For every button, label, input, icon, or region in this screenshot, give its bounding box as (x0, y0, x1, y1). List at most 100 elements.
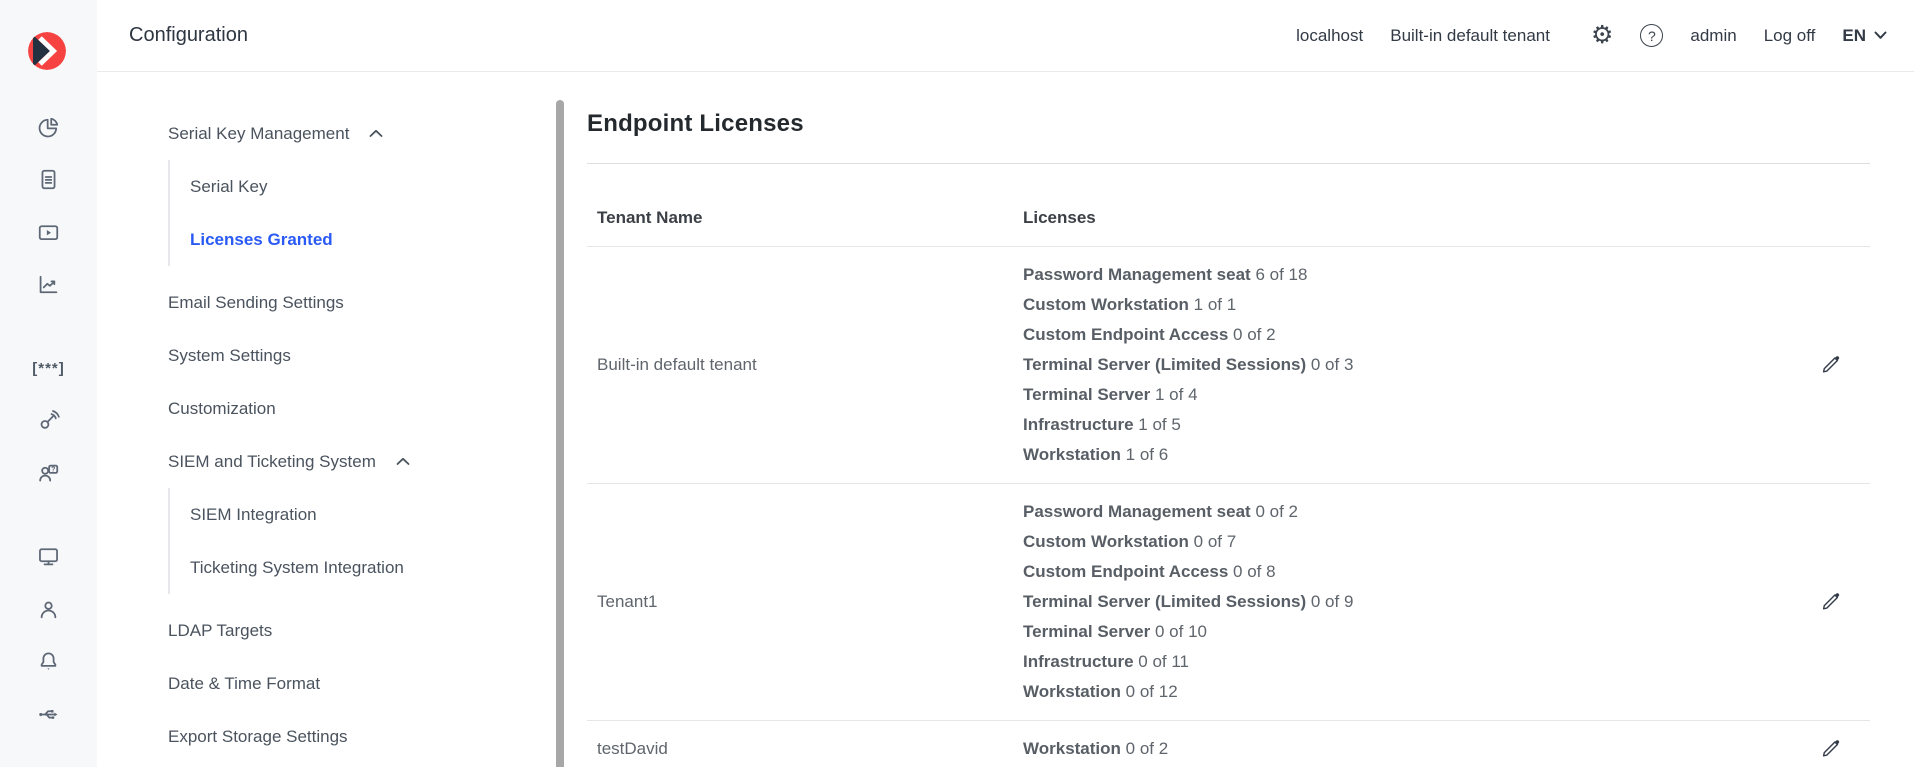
license-count: 0 of 10 (1155, 622, 1207, 641)
license-entry: Custom Endpoint Access 0 of 8 (1023, 557, 1790, 587)
pie-chart-icon[interactable] (36, 101, 61, 154)
sidebar-item-ticketing-system-integration[interactable]: Ticketing System Integration (190, 541, 557, 594)
license-name: Terminal Server (1023, 622, 1150, 641)
help-icon[interactable]: ? (1640, 24, 1663, 47)
column-header-licenses: Licenses (1013, 208, 1790, 228)
license-entry: Infrastructure 0 of 11 (1023, 647, 1790, 677)
sidebar-subgroup-serial-key-management: Serial Key Licenses Granted (168, 160, 557, 266)
sidebar-item-serial-key-management[interactable]: Serial Key Management (168, 107, 557, 160)
license-name: Workstation (1023, 682, 1121, 701)
password-icon[interactable]: [***] (32, 342, 65, 395)
chevron-down-icon (1874, 31, 1887, 40)
sidebar-item-email-sending-settings[interactable]: Email Sending Settings (168, 276, 557, 329)
sidebar-item-licenses-granted[interactable]: Licenses Granted (190, 213, 557, 266)
usb-icon[interactable] (36, 688, 61, 741)
license-count: 0 of 7 (1194, 532, 1237, 551)
chevron-up-icon (369, 129, 383, 138)
sidebar-item-system-settings[interactable]: System Settings (168, 329, 557, 382)
license-count: 6 of 18 (1255, 265, 1307, 284)
sidebar-item-siem-and-ticketing-system[interactable]: SIEM and Ticketing System (168, 435, 557, 488)
sidebar-item-label: Email Sending Settings (168, 293, 344, 313)
license-entry: Password Management seat 6 of 18 (1023, 260, 1790, 290)
license-entry: Custom Endpoint Access 0 of 2 (1023, 320, 1790, 350)
sidebar-item-label: SIEM and Ticketing System (168, 452, 376, 472)
license-name: Terminal Server (Limited Sessions) (1023, 355, 1306, 374)
rail-icon-list: [***]? (0, 101, 97, 741)
license-name: Infrastructure (1023, 652, 1134, 671)
log-off-button[interactable]: Log off (1764, 26, 1816, 46)
language-label: EN (1842, 26, 1866, 46)
document-icon[interactable] (36, 154, 61, 207)
table-row: Tenant1Password Management seat 0 of 2Cu… (587, 484, 1870, 721)
license-count: 0 of 2 (1233, 325, 1276, 344)
license-entry: Workstation 0 of 12 (1023, 677, 1790, 707)
sidebar-item-label: Ticketing System Integration (190, 558, 404, 578)
sidebar-item-label: LDAP Targets (168, 621, 272, 641)
license-name: Custom Workstation (1023, 532, 1189, 551)
sidebar-item-serial-key[interactable]: Serial Key (190, 160, 557, 213)
licenses-cell: Workstation 0 of 2 (1013, 734, 1790, 764)
edit-cell (1790, 497, 1870, 707)
sidebar-item-customization[interactable]: Customization (168, 382, 557, 435)
sidebar-item-label: Date & Time Format (168, 674, 320, 694)
license-entry: Infrastructure 1 of 5 (1023, 410, 1790, 440)
license-count: 0 of 9 (1311, 592, 1354, 611)
svg-text:?: ? (51, 464, 56, 473)
license-count: 1 of 5 (1138, 415, 1181, 434)
tenant-name: Tenant1 (587, 592, 1013, 612)
license-count: 1 of 6 (1126, 445, 1169, 464)
edit-licenses-button[interactable] (1817, 352, 1843, 378)
sidenav-scrollbar[interactable] (556, 100, 564, 767)
license-name: Password Management seat (1023, 265, 1251, 284)
table-header: Tenant Name Licenses (587, 164, 1870, 247)
sidebar-item-label: Serial Key (190, 177, 267, 197)
license-name: Custom Workstation (1023, 295, 1189, 314)
license-count: 0 of 2 (1126, 739, 1169, 758)
wireless-key-icon[interactable] (36, 395, 61, 448)
edit-pencil-icon (1819, 591, 1841, 613)
user-icon[interactable] (36, 583, 61, 636)
license-entry: Terminal Server 0 of 10 (1023, 617, 1790, 647)
bell-icon[interactable] (36, 636, 61, 689)
language-selector[interactable]: EN (1842, 26, 1887, 46)
edit-licenses-button[interactable] (1817, 736, 1843, 762)
sidebar-item-label: SIEM Integration (190, 505, 317, 525)
sidebar-item-date-time-format[interactable]: Date & Time Format (168, 657, 557, 710)
app-logo[interactable] (28, 32, 66, 70)
user-label[interactable]: admin (1690, 26, 1736, 46)
edit-cell (1790, 260, 1870, 470)
chevron-up-icon (396, 457, 410, 466)
sidebar-item-ldap-targets[interactable]: LDAP Targets (168, 604, 557, 657)
license-count: 1 of 4 (1155, 385, 1198, 404)
license-name: Infrastructure (1023, 415, 1134, 434)
line-chart-icon[interactable] (36, 259, 61, 312)
sidebar-item-label: Export Storage Settings (168, 727, 348, 747)
column-header-tenant-name: Tenant Name (587, 208, 1013, 228)
license-table-body: Built-in default tenantPassword Manageme… (587, 247, 1870, 767)
sidebar-item-export-storage-settings[interactable]: Export Storage Settings (168, 710, 557, 763)
monitor-icon[interactable] (36, 531, 61, 584)
main-content: Endpoint Licenses Tenant Name Licenses B… (567, 72, 1914, 767)
sidebar-item-siem-integration[interactable]: SIEM Integration (190, 488, 557, 541)
license-entry: Workstation 0 of 2 (1023, 734, 1790, 764)
tenant-name: testDavid (587, 739, 1013, 759)
edit-licenses-button[interactable] (1817, 589, 1843, 615)
sidebar-item-label: Licenses Granted (190, 230, 333, 250)
edit-cell (1790, 734, 1870, 764)
license-entry: Terminal Server (Limited Sessions) 0 of … (1023, 350, 1790, 380)
license-entry: Custom Workstation 1 of 1 (1023, 290, 1790, 320)
sidebar-subgroup-siem-and-ticketing-system: SIEM Integration Ticketing System Integra… (168, 488, 557, 594)
table-row: testDavid Workstation 0 of 2 (587, 721, 1870, 767)
license-count: 0 of 11 (1138, 652, 1189, 671)
license-name: Custom Endpoint Access (1023, 562, 1228, 581)
page-title: Configuration (129, 24, 248, 47)
video-player-icon[interactable] (36, 206, 61, 259)
license-name: Password Management seat (1023, 502, 1251, 521)
settings-gear-icon[interactable]: ⚙ (1591, 23, 1613, 48)
licenses-cell: Password Management seat 6 of 18Custom W… (1013, 260, 1790, 470)
license-entry: Terminal Server 1 of 4 (1023, 380, 1790, 410)
top-header: Configuration localhost Built-in default… (97, 0, 1914, 72)
license-name: Custom Endpoint Access (1023, 325, 1228, 344)
user-question-icon[interactable]: ? (36, 447, 61, 500)
license-name: Terminal Server (Limited Sessions) (1023, 592, 1306, 611)
